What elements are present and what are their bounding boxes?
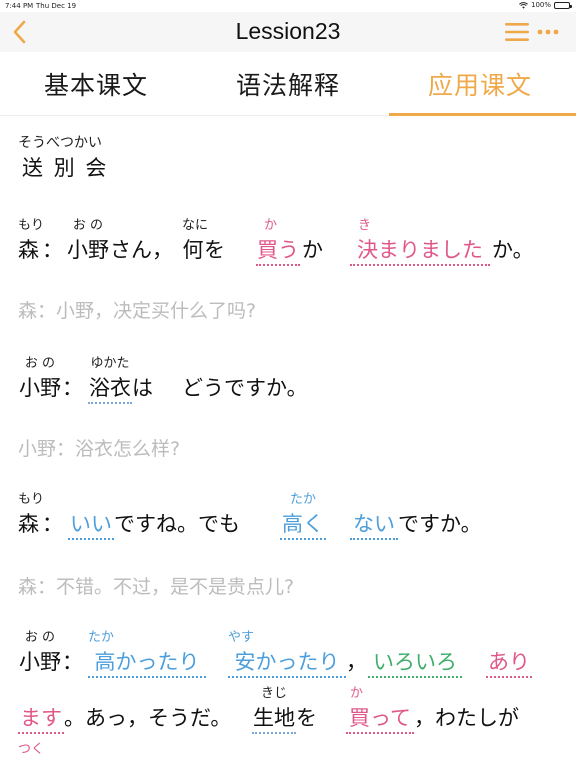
word-ari[interactable]: あり (486, 626, 532, 686)
page-title: Lession23 (235, 18, 341, 44)
battery-icon (554, 1, 572, 9)
word-yasukattari[interactable]: やす 安かったり (228, 626, 346, 686)
wifi-icon (519, 1, 528, 9)
dialogue-line-continued[interactable]: ます 。あっ，そうだ。 きじ 生地 を か 買って ，わたしが (18, 682, 558, 742)
translation-line: 森：小野，决定买什么了吗? (18, 300, 257, 322)
tab-applied-text[interactable]: 应用课文 (384, 52, 576, 116)
lesson-content: そうべつかい 送 別 会 もり 森 ： お の 小野 さん， なに 何 を か … (0, 116, 576, 768)
word-kiji[interactable]: きじ 生地 (252, 682, 296, 742)
dialogue-line[interactable]: お の 小野 ： ゆかた 浴衣 は どうですか。 (18, 352, 558, 412)
dialogue-line[interactable]: お の 小野 ： たか 高かったり やす 安かったり ， いろいろ あり (18, 626, 558, 686)
word-ono[interactable]: お の 小野 (66, 214, 110, 274)
dialogue-line[interactable]: もり 森 ： お の 小野 さん， なに 何 を か 買う か き 決まりました… (18, 214, 558, 274)
word-iroiro[interactable]: いろいろ (368, 626, 462, 686)
chevron-left-icon (13, 20, 26, 44)
translation-line: 森：不错。不过，是不是贵点儿? (18, 576, 295, 598)
speaker: お の 小野 (19, 630, 61, 674)
tab-grammar[interactable]: 语法解释 (192, 52, 384, 116)
navigation-bar: Lession23 (0, 12, 576, 52)
segment-tabs: 基本课文 语法解释 应用课文 (0, 52, 576, 116)
word-katte[interactable]: か 買って (346, 682, 414, 742)
status-bar: 7:44 PM Thu Dec 19 100% (0, 0, 576, 12)
word-nani[interactable]: なに 何 (182, 214, 208, 274)
dialogue-line[interactable]: もり 森 ： いい ですね。でも たか 高く ない ですか。 (18, 488, 558, 548)
word-yukata[interactable]: ゆかた 浴衣 (88, 352, 132, 412)
word-ii[interactable]: いい (68, 488, 114, 548)
back-button[interactable] (6, 18, 32, 46)
ruby-tsuku: つく (18, 742, 45, 757)
status-date: Thu Dec 19 (36, 2, 77, 10)
more-button[interactable] (535, 20, 561, 44)
lesson-title-text: 送 別 会 (22, 156, 109, 180)
word-takakattari[interactable]: たか 高かったり (88, 626, 206, 686)
lesson-title: そうべつかい 送 別 会 (18, 132, 128, 192)
status-time: 7:44 PM (5, 2, 34, 10)
word-nai[interactable]: ない (326, 488, 398, 548)
lesson-title-line: そうべつかい 送 別 会 (18, 132, 218, 192)
ellipsis-icon (537, 29, 559, 35)
tab-basic-text[interactable]: 基本课文 (0, 52, 192, 116)
word-kimarimashita[interactable]: き 決まりました (350, 214, 490, 274)
word-takaku[interactable]: たか 高く (280, 488, 326, 548)
menu-button[interactable] (504, 20, 530, 44)
battery-percent: 100% (530, 1, 551, 9)
word-kau[interactable]: か 買う (256, 214, 300, 274)
speaker: お の 小野 (19, 356, 61, 400)
dialogue-line-partial: つく (18, 738, 78, 768)
list-icon (505, 23, 529, 41)
translation-line: 小野：浴衣怎么样? (18, 438, 181, 460)
lesson-title-ruby: そうべつかい (18, 135, 102, 151)
word-masu[interactable]: ます (18, 682, 64, 742)
